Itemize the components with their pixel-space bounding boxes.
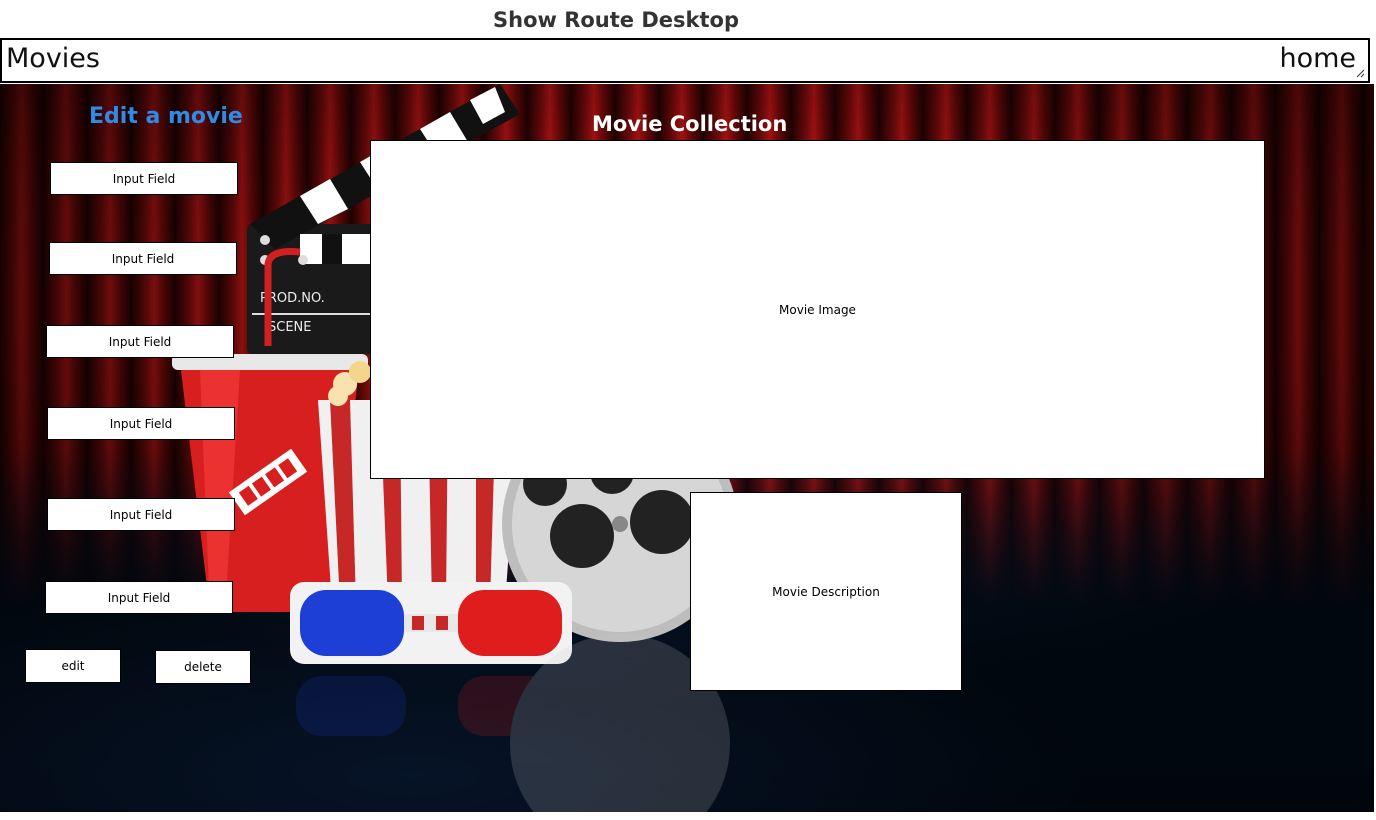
input-field-6[interactable]: Input Field [45, 581, 233, 614]
movie-collection-heading: Movie Collection [592, 112, 788, 136]
input-field-4[interactable]: Input Field [47, 407, 235, 440]
clapper-scene-text: SCENE [268, 320, 311, 335]
brand-title: Movies [6, 43, 100, 74]
delete-button[interactable]: delete [155, 650, 251, 684]
movie-description-panel: Movie Description [690, 492, 962, 691]
input-field-1[interactable]: Input Field [50, 162, 238, 195]
home-link[interactable]: home [1279, 43, 1356, 74]
movie-image-placeholder: Movie Image [370, 140, 1265, 479]
3d-glasses-icon [290, 582, 572, 664]
input-field-3[interactable]: Input Field [46, 325, 234, 358]
resize-grip-icon[interactable] [1356, 69, 1365, 78]
edit-button[interactable]: edit [25, 649, 121, 683]
input-field-5[interactable]: Input Field [47, 498, 235, 531]
input-field-2[interactable]: Input Field [49, 242, 237, 275]
edit-movie-heading: Edit a movie [89, 104, 243, 129]
cinema-background: PROD.NO. SCENE Edit a movie Movie Collec… [0, 84, 1374, 812]
top-nav-bar: Movies home [0, 38, 1370, 83]
frame-title: Show Route Desktop [493, 8, 739, 32]
